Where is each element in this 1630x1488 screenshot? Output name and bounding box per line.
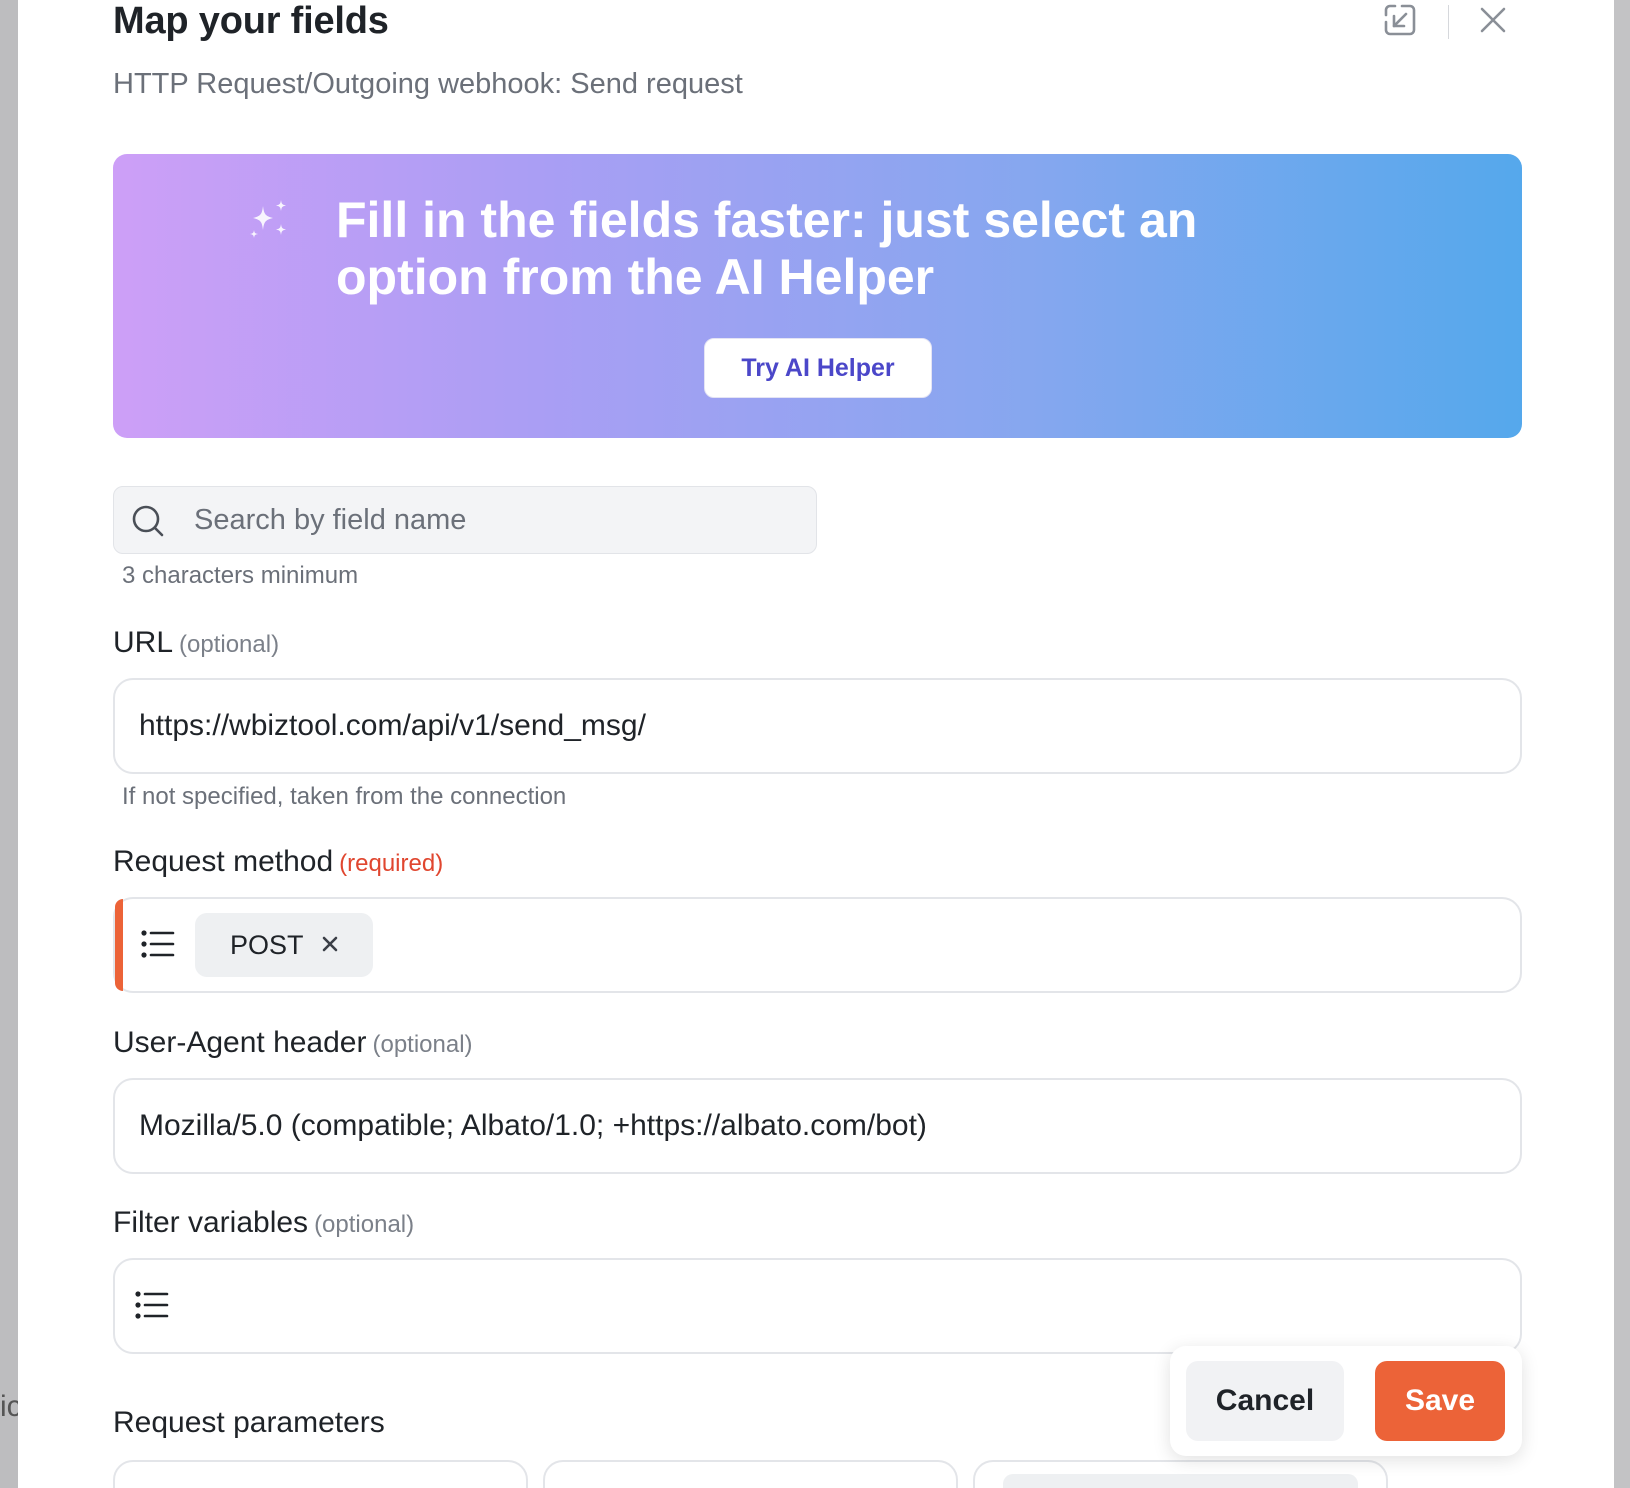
request-method-label: Request method (required) xyxy=(113,845,443,879)
filter-variables-field[interactable] xyxy=(113,1258,1522,1354)
url-label-text: URL xyxy=(113,626,174,659)
method-chip[interactable]: POST xyxy=(195,913,373,977)
param-card[interactable] xyxy=(113,1460,528,1488)
list-icon[interactable] xyxy=(141,929,175,964)
collapse-button[interactable] xyxy=(1378,2,1422,42)
filter-variables-optional-tag: (optional) xyxy=(314,1211,415,1238)
backdrop-right xyxy=(1614,0,1630,1488)
filter-variables-label: Filter variables (optional) xyxy=(113,1206,414,1240)
request-method-label-text: Request method xyxy=(113,845,334,878)
user-agent-label: User-Agent header (optional) xyxy=(113,1026,473,1060)
search-hint: 3 characters minimum xyxy=(122,562,359,589)
param-card[interactable] xyxy=(973,1460,1388,1488)
collapse-icon xyxy=(1382,2,1418,43)
close-button[interactable] xyxy=(1471,2,1515,42)
ai-helper-banner: Fill in the fields faster: just select a… xyxy=(113,154,1522,438)
remove-chip-icon[interactable] xyxy=(319,933,341,960)
backdrop-left xyxy=(0,0,18,1488)
try-ai-helper-button[interactable]: Try AI Helper xyxy=(704,338,932,398)
banner-headline: Fill in the fields faster: just select a… xyxy=(336,192,1198,305)
user-agent-field[interactable]: Mozilla/5.0 (compatible; Albato/1.0; +ht… xyxy=(113,1078,1522,1174)
close-icon xyxy=(1478,5,1508,40)
header-divider xyxy=(1448,5,1449,39)
modal-title: Map your fields xyxy=(113,0,389,42)
search-icon xyxy=(130,503,166,544)
map-fields-modal: Map your fields HTTP Request/Outgoing we… xyxy=(18,0,1614,1488)
request-parameters-label: Request parameters xyxy=(113,1406,385,1439)
sparkle-icon xyxy=(245,196,293,249)
url-label: URL (optional) xyxy=(113,626,279,660)
user-agent-optional-tag: (optional) xyxy=(372,1031,473,1058)
modal-subtitle: HTTP Request/Outgoing webhook: Send requ… xyxy=(113,68,743,100)
search-field xyxy=(113,486,817,554)
required-tag: (required) xyxy=(339,850,444,877)
user-agent-label-text: User-Agent header xyxy=(113,1026,367,1059)
list-icon[interactable] xyxy=(135,1290,169,1325)
user-agent-value: Mozilla/5.0 (compatible; Albato/1.0; +ht… xyxy=(139,1109,927,1142)
required-indicator xyxy=(115,899,123,991)
request-method-field[interactable]: POST xyxy=(113,897,1522,993)
param-card[interactable] xyxy=(543,1460,958,1488)
search-input[interactable] xyxy=(194,487,794,553)
cancel-button[interactable]: Cancel xyxy=(1186,1361,1344,1441)
header-actions xyxy=(1378,2,1515,42)
url-value: https://wbiztool.com/api/v1/send_msg/ xyxy=(139,709,646,742)
url-field[interactable]: https://wbiztool.com/api/v1/send_msg/ xyxy=(113,678,1522,774)
save-button[interactable]: Save xyxy=(1375,1361,1505,1441)
url-hint: If not specified, taken from the connect… xyxy=(122,783,567,810)
param-card-placeholder xyxy=(1003,1474,1358,1488)
footer-actions: Cancel Save xyxy=(1170,1346,1522,1456)
url-optional-tag: (optional) xyxy=(179,631,280,658)
method-chip-label: POST xyxy=(230,929,304,960)
filter-variables-label-text: Filter variables xyxy=(113,1206,309,1239)
